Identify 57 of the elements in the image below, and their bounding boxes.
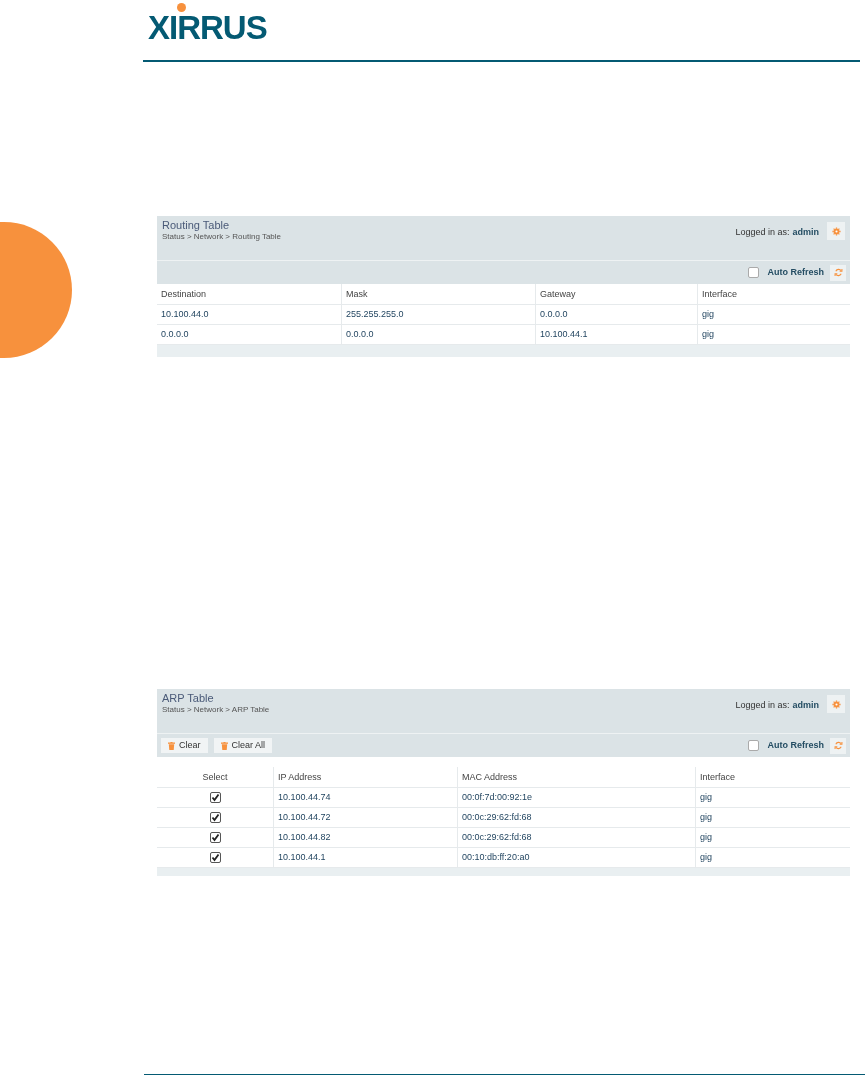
breadcrumb: Status > Network > Routing Table (162, 232, 282, 242)
refresh-icon (833, 268, 843, 277)
settings-button[interactable] (827, 695, 845, 713)
username: admin (792, 227, 819, 237)
refresh-icon (833, 741, 843, 750)
table-cell: gig (695, 848, 850, 867)
column-header: Destination (160, 288, 208, 301)
column-header: Gateway (535, 284, 697, 304)
table-cell-text: 10.100.44.0 (160, 308, 210, 321)
table-cell: 10.100.44.1 (273, 848, 457, 867)
refresh-button[interactable] (830, 737, 846, 754)
logo: XIRRUS (148, 2, 267, 44)
auto-refresh-label: Auto Refresh (767, 265, 824, 279)
table-cell: 00:10:db:ff:20:a0 (457, 848, 695, 867)
column-header: Mask (341, 284, 535, 304)
settings-icon (831, 699, 841, 709)
breadcrumb: Status > Network > ARP Table (162, 705, 270, 715)
checkbox[interactable] (209, 812, 221, 823)
checkbox[interactable] (209, 792, 221, 803)
login-label: Logged in as: (735, 700, 790, 710)
settings-icon (831, 226, 841, 236)
panel-title: ARP Table (162, 692, 215, 705)
column-header: Interface (695, 767, 850, 787)
checkbox[interactable] (748, 740, 760, 751)
clear-button[interactable]: Clear All (213, 738, 273, 753)
table-cell: gig (695, 828, 850, 847)
refresh-button[interactable] (830, 264, 846, 281)
checkbox[interactable] (209, 832, 221, 843)
column-header: IP Address (273, 767, 457, 787)
table-cell: 10.100.44.74 (273, 788, 457, 807)
table-cell: 00:0c:29:62:fd:68 (457, 808, 695, 827)
table-cell: 10.100.44.82 (273, 828, 457, 847)
checkbox[interactable] (748, 267, 760, 278)
trash-icon (168, 741, 175, 750)
settings-button[interactable] (827, 222, 845, 240)
table-cell: 0.0.0.0 (341, 325, 535, 344)
auto-refresh-label: Auto Refresh (767, 738, 824, 752)
login-label: Logged in as: (735, 227, 790, 237)
table-cell: gig (697, 325, 850, 344)
column-header: Interface (697, 284, 850, 304)
panel-title: Routing Table (162, 219, 231, 232)
table-cell: gig (695, 788, 850, 807)
trash-icon (220, 741, 228, 750)
table-cell: gig (697, 305, 850, 324)
table-cell: 10.100.44.1 (535, 325, 697, 344)
clear-button[interactable]: Clear (161, 738, 208, 753)
table-cell: 255.255.255.0 (341, 305, 535, 324)
table-cell-text: 0.0.0.0 (160, 328, 190, 341)
column-header: Select (201, 771, 229, 784)
table-cell: 00:0f:7d:00:92:1e (457, 788, 695, 807)
table-cell: gig (695, 808, 850, 827)
checkbox[interactable] (209, 852, 221, 863)
table-cell: 10.100.44.72 (273, 808, 457, 827)
column-header: MAC Address (457, 767, 695, 787)
table-cell: 00:0c:29:62:fd:68 (457, 828, 695, 847)
username: admin (792, 700, 819, 710)
table-cell: 0.0.0.0 (535, 305, 697, 324)
